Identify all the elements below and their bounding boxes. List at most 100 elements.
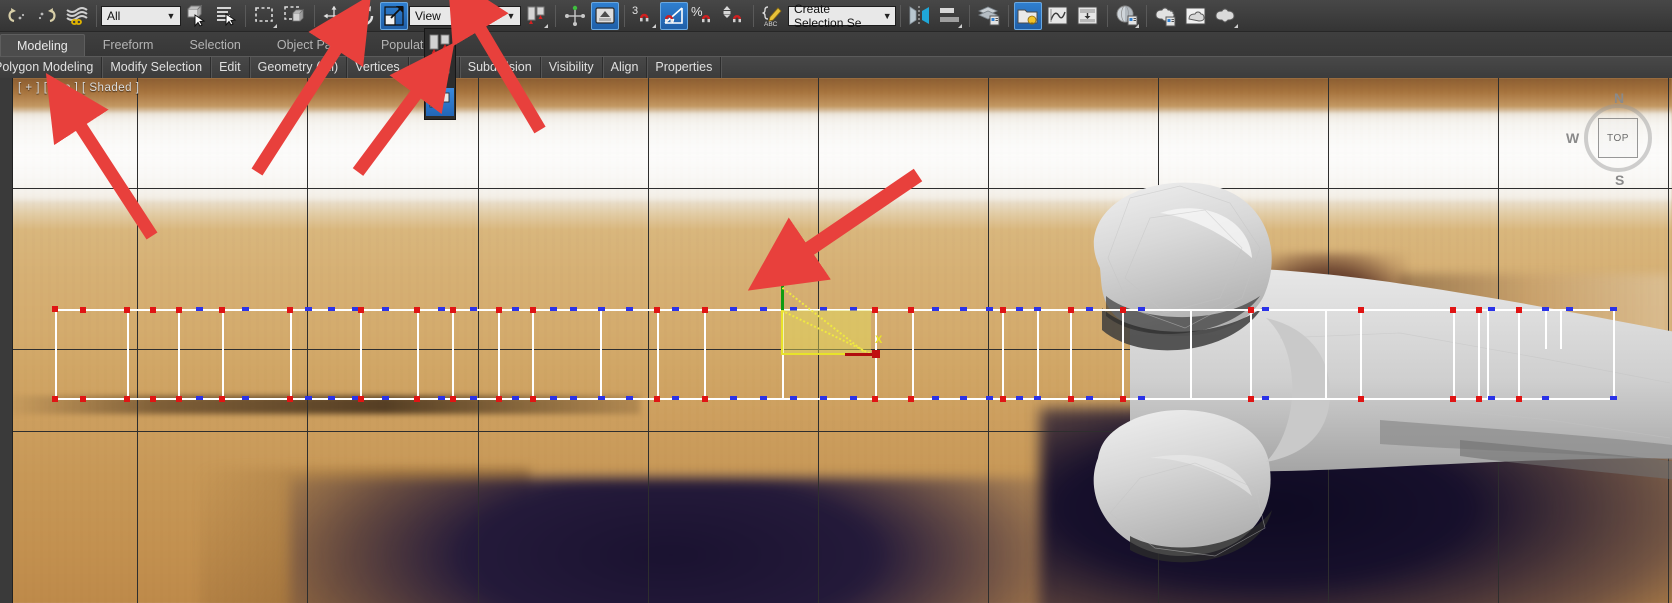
vertex-marker[interactable] [80,307,86,313]
layer-explorer-icon[interactable] [975,2,1003,30]
vertex-marker[interactable] [730,396,737,400]
select-object-button[interactable] [182,2,210,30]
snaps-toggle-button[interactable]: 3 [630,2,658,30]
flyout-item-use-selection-center[interactable] [426,59,454,87]
vertex-marker[interactable] [1262,396,1269,400]
vertex-marker[interactable] [872,307,878,313]
vertex-marker[interactable] [986,396,993,400]
vertex-marker[interactable] [932,307,939,311]
tab-object-paint[interactable]: Object Paint [259,34,363,56]
vertex-marker[interactable] [1120,307,1126,313]
vertex-marker[interactable] [1610,307,1617,311]
vertex-marker[interactable] [242,307,249,311]
vertex-marker[interactable] [1450,396,1456,402]
window-crossing-button[interactable] [281,2,309,30]
vertex-marker[interactable] [1542,396,1549,400]
vertex-marker[interactable] [598,396,605,400]
vertex-marker[interactable] [672,396,679,400]
vertex-marker[interactable] [960,396,967,400]
panel-vertices[interactable]: Vertices [347,57,409,78]
vertex-marker[interactable] [1358,307,1364,313]
vertex-marker[interactable] [1034,396,1041,400]
vertex-marker[interactable] [358,307,364,313]
viewcube-west-label[interactable]: W [1566,130,1579,146]
vertex-marker[interactable] [328,307,335,311]
vertex-marker[interactable] [196,396,203,400]
panel-visibility[interactable]: Visibility [541,57,603,78]
vertex-marker[interactable] [760,307,767,311]
vertex-marker[interactable] [908,307,914,313]
vertex-marker[interactable] [1000,396,1006,402]
tab-freeform[interactable]: Freeform [85,34,172,56]
panel-geometry-all[interactable]: Geometry (All) [250,57,348,78]
use-center-flyout-button[interactable] [522,2,550,30]
percent-snap-toggle-button[interactable]: % [690,2,718,30]
render-setup-icon[interactable] [1152,2,1180,30]
select-and-manipulate-button[interactable] [561,2,589,30]
vertex-marker[interactable] [450,396,456,402]
flyout-item-use-pivot-point-center[interactable] [426,30,454,58]
vertex-marker[interactable] [124,396,130,402]
curve-editor-icon[interactable] [1044,2,1072,30]
gizmo-x-handle[interactable] [872,350,880,358]
vertex-marker[interactable] [196,307,203,311]
mirror-icon[interactable] [906,2,934,30]
vertex-marker[interactable] [414,307,420,313]
vertex-marker[interactable] [1068,307,1074,313]
vertex-marker[interactable] [512,396,519,400]
vertex-marker[interactable] [1086,307,1093,311]
flyout-item-use-transform-coordinate-center[interactable] [426,88,454,116]
schematic-view-icon[interactable] [1074,2,1102,30]
scene-explorer-icon[interactable] [1014,1,1042,30]
viewcube-south-label[interactable]: S [1615,172,1624,188]
vertex-marker[interactable] [358,396,364,402]
vertex-marker[interactable] [1476,307,1482,313]
vertex-marker[interactable] [550,396,557,400]
vertex-marker[interactable] [219,307,225,313]
vertex-marker[interactable] [1248,307,1254,313]
vertex-marker[interactable] [496,307,502,313]
perspective-viewport[interactable]: Y X [ + ] [ Top ] [ Shaded ] TOP N S W [0,78,1672,603]
vertex-marker[interactable] [150,307,156,313]
vertex-marker[interactable] [150,396,156,402]
vertex-marker[interactable] [872,396,878,402]
vertex-marker[interactable] [1450,307,1456,313]
vertex-marker[interactable] [176,307,182,313]
vertex-marker[interactable] [242,396,249,400]
vertex-marker[interactable] [570,396,577,400]
vertex-marker[interactable] [1476,396,1482,402]
vertex-marker[interactable] [414,396,420,402]
vertex-marker[interactable] [932,396,939,400]
panel-subdivision[interactable]: Subdivision [460,57,541,78]
vertex-marker[interactable] [287,396,293,402]
vertex-marker[interactable] [496,396,502,402]
vertex-marker[interactable] [382,396,389,400]
vertex-marker[interactable] [1016,396,1023,400]
vertex-marker[interactable] [1610,396,1617,400]
rectangular-selection-region-button[interactable] [251,2,279,30]
vertex-marker[interactable] [1138,396,1145,400]
vertex-marker[interactable] [1016,307,1023,311]
tab-selection[interactable]: Selection [171,34,258,56]
align-flyout-panel[interactable] [424,28,456,120]
vertex-marker[interactable] [790,396,797,400]
vertex-marker[interactable] [702,396,708,402]
vertex-marker[interactable] [760,396,767,400]
vertex-marker[interactable] [1516,307,1522,313]
vertex-marker[interactable] [305,307,312,311]
vertex-marker[interactable] [1248,396,1254,402]
viewcube[interactable]: TOP N S W [1566,90,1664,188]
vertex-marker[interactable] [287,307,293,313]
vertex-marker[interactable] [530,396,536,402]
vertex-marker[interactable] [512,307,519,311]
tab-modeling[interactable]: Modeling [0,34,85,56]
vertex-marker[interactable] [1358,396,1364,402]
vertex-marker[interactable] [570,307,577,311]
vertex-marker[interactable] [438,396,445,400]
vertex-marker[interactable] [626,307,633,311]
undo-icon[interactable] [3,2,31,30]
vertex-marker[interactable] [1138,307,1145,311]
snaps-use-axis-constraints-button[interactable] [591,1,619,30]
vertex-marker[interactable] [730,307,737,311]
reference-coordinate-system-combo[interactable]: View ▼ [409,5,521,26]
